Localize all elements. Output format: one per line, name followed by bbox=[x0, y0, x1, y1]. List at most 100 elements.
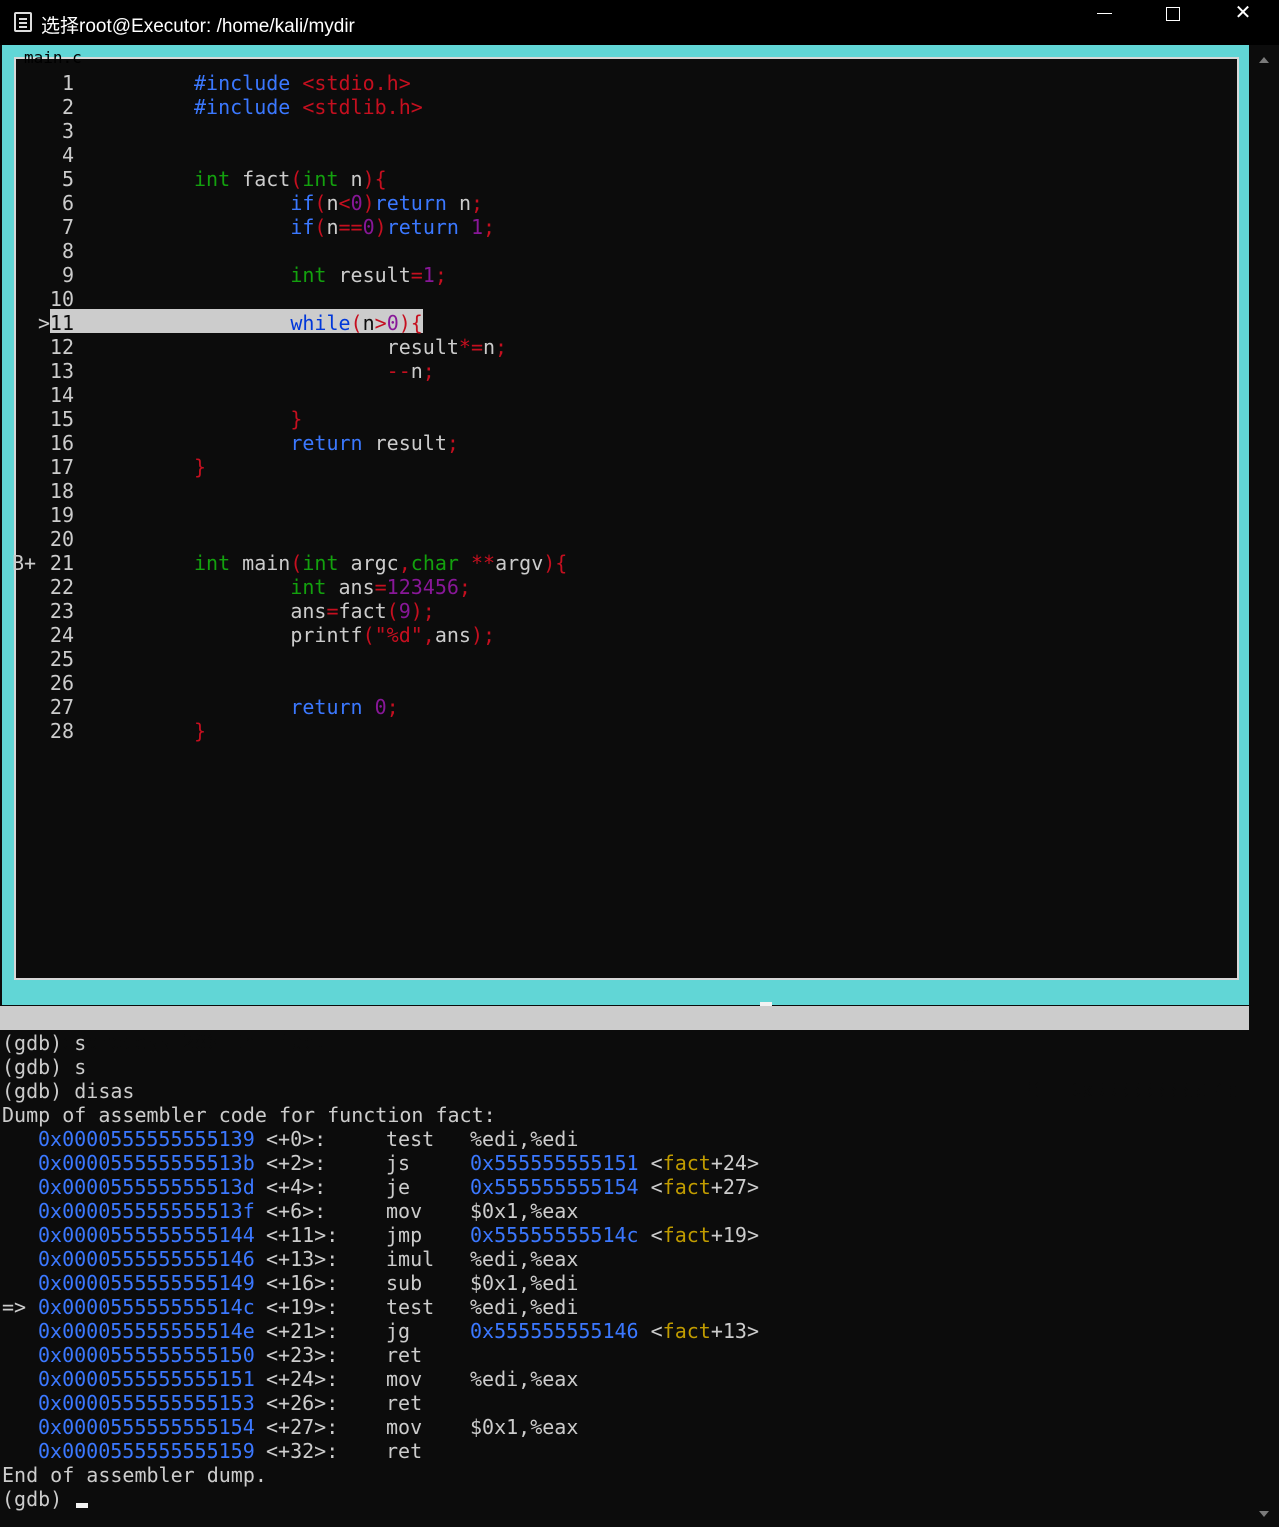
jump-target: 0x555555555146 bbox=[470, 1319, 639, 1343]
line-number: 19 bbox=[49, 503, 74, 527]
asm-mnemonic: mov bbox=[386, 1367, 423, 1391]
asm-operands: %edi,%eax bbox=[470, 1367, 579, 1391]
minimize-button[interactable] bbox=[1069, 0, 1139, 45]
code-text: #include <stdlib.h> bbox=[194, 95, 423, 119]
line-number: 12 bbox=[49, 335, 74, 359]
asm-address: 0x000055555555513b bbox=[38, 1151, 255, 1175]
asm-address: 0x0000555555555154 bbox=[38, 1415, 255, 1439]
asm-mnemonic: je bbox=[386, 1175, 411, 1199]
asm-address: 0x0000555555555146 bbox=[38, 1247, 255, 1271]
jump-target: 0x555555555151 bbox=[470, 1151, 639, 1175]
line-number: 5 bbox=[61, 167, 74, 191]
asm-offset: <+26>: bbox=[266, 1391, 339, 1415]
gdb-prompt-line[interactable]: (gdb) bbox=[0, 1487, 1250, 1511]
asm-mnemonic: imul bbox=[386, 1247, 435, 1271]
asm-mnemonic: ret bbox=[386, 1343, 423, 1367]
close-button[interactable]: ✕ bbox=[1208, 0, 1278, 45]
asm-offset: <+4>: bbox=[266, 1175, 327, 1199]
asm-address: 0x0000555555555150 bbox=[38, 1343, 255, 1367]
asm-mnemonic: sub bbox=[386, 1271, 423, 1295]
asm-operands: $0x1,%edi bbox=[470, 1271, 579, 1295]
asm-operands: %edi,%eax bbox=[470, 1247, 579, 1271]
jump-symbol: fact bbox=[662, 1223, 711, 1247]
code-text: result*=n; bbox=[194, 335, 508, 359]
asm-line: 0x0000555555555159 <+32>: ret bbox=[0, 1439, 1250, 1463]
maximize-icon bbox=[1166, 6, 1180, 21]
asm-operands: 0x555555555146 <fact+13> bbox=[470, 1319, 760, 1343]
asm-operands: %edi,%edi bbox=[470, 1127, 579, 1151]
line-number: 22 bbox=[49, 575, 74, 599]
code-text: printf("%d",ans); bbox=[194, 623, 496, 647]
jump-target: 0x55555555514c bbox=[470, 1223, 639, 1247]
asm-offset: <+16>: bbox=[266, 1271, 339, 1295]
line-number: 27 bbox=[49, 695, 74, 719]
asm-mnemonic: mov bbox=[386, 1415, 423, 1439]
source-pane bbox=[2, 45, 1249, 1026]
code-text: --n; bbox=[386, 359, 435, 383]
asm-address: 0x0000555555555151 bbox=[38, 1367, 255, 1391]
asm-operands: 0x55555555514c <fact+19> bbox=[470, 1223, 760, 1247]
pc-arrow: => bbox=[2, 1295, 27, 1319]
asm-address: 0x0000555555555139 bbox=[38, 1127, 255, 1151]
console-line: (gdb) s bbox=[2, 1031, 87, 1055]
asm-line: 0x0000555555555150 <+23>: ret bbox=[0, 1343, 1250, 1367]
line-number: 3 bbox=[61, 119, 74, 143]
title-bar[interactable]: 选择root@Executor: /home/kali/mydir ✕ bbox=[0, 0, 1279, 45]
code-text: ans=fact(9); bbox=[194, 599, 435, 623]
line-number: 17 bbox=[49, 455, 74, 479]
line-number: 6 bbox=[61, 191, 74, 215]
asm-line: 0x0000555555555154 <+27>: mov $0x1,%eax bbox=[0, 1415, 1250, 1439]
asm-operands: $0x1,%eax bbox=[470, 1415, 579, 1439]
asm-address: 0x0000555555555159 bbox=[38, 1439, 255, 1463]
line-number: 11 bbox=[49, 311, 74, 335]
line-number: 9 bbox=[61, 263, 74, 287]
asm-line: 0x0000555555555146 <+13>: imul %edi,%eax bbox=[0, 1247, 1250, 1271]
asm-line: 0x000055555555513d <+4>: je 0x555555555154 … bbox=[0, 1175, 1250, 1199]
line-number: 8 bbox=[61, 239, 74, 263]
vertical-scrollbar[interactable] bbox=[1252, 45, 1279, 1527]
asm-mnemonic: ret bbox=[386, 1391, 423, 1415]
line-number: 20 bbox=[49, 527, 74, 551]
line-number: 16 bbox=[49, 431, 74, 455]
asm-line: 0x0000555555555149 <+16>: sub $0x1,%edi bbox=[0, 1271, 1250, 1295]
jump-symbol: fact bbox=[662, 1151, 711, 1175]
asm-mnemonic: jg bbox=[386, 1319, 411, 1343]
asm-offset: <+21>: bbox=[266, 1319, 339, 1343]
asm-mnemonic: js bbox=[386, 1151, 411, 1175]
code-text: } bbox=[194, 719, 207, 743]
asm-line: 0x0000555555555151 <+24>: mov %edi,%eax bbox=[0, 1367, 1250, 1391]
asm-address: 0x0000555555555149 bbox=[38, 1271, 255, 1295]
asm-operands: %edi,%edi bbox=[470, 1295, 579, 1319]
line-number: 4 bbox=[61, 143, 74, 167]
line-number: 25 bbox=[49, 647, 74, 671]
code-text: if(n==0)return 1; bbox=[290, 215, 496, 239]
jump-target: 0x555555555154 bbox=[470, 1175, 639, 1199]
asm-line: 0x0000555555555139 <+0>: test %edi,%edi bbox=[0, 1127, 1250, 1151]
input-cursor bbox=[76, 1503, 89, 1508]
asm-offset: <+32>: bbox=[266, 1439, 339, 1463]
jump-symbol: fact bbox=[662, 1175, 711, 1199]
scroll-up-icon[interactable] bbox=[1259, 57, 1269, 63]
asm-line: 0x000055555555513b <+2>: js 0x555555555151 … bbox=[0, 1151, 1250, 1175]
console-line: (gdb) s bbox=[2, 1055, 87, 1079]
close-icon: ✕ bbox=[1234, 0, 1252, 24]
window-title: 选择root@Executor: /home/kali/mydir bbox=[41, 16, 355, 37]
asm-address: 0x000055555555514c bbox=[38, 1295, 255, 1319]
code-text: int ans=123456; bbox=[290, 575, 471, 599]
asm-mnemonic: mov bbox=[386, 1199, 423, 1223]
line-number: 23 bbox=[49, 599, 74, 623]
line-number: 10 bbox=[49, 287, 74, 311]
console-line: End of assembler dump. bbox=[2, 1463, 267, 1487]
asm-mnemonic: ret bbox=[386, 1439, 423, 1463]
scroll-down-icon[interactable] bbox=[1259, 1511, 1269, 1517]
line-number: 18 bbox=[49, 479, 74, 503]
line-number: 7 bbox=[61, 215, 74, 239]
asm-mnemonic: test bbox=[386, 1295, 435, 1319]
status-bar: native process 286 In: fact L11 PC: 0x55… bbox=[0, 1006, 1249, 1102]
asm-offset: <+13>: bbox=[266, 1247, 339, 1271]
maximize-button[interactable] bbox=[1138, 0, 1208, 45]
asm-line: 0x000055555555513f <+6>: mov $0x1,%eax bbox=[0, 1199, 1250, 1223]
line-number: 28 bbox=[49, 719, 74, 743]
asm-offset: <+27>: bbox=[266, 1415, 339, 1439]
gdb-console[interactable]: (gdb) s (gdb) s (gdb) disas Dump of assembl… bbox=[0, 1031, 1250, 1511]
